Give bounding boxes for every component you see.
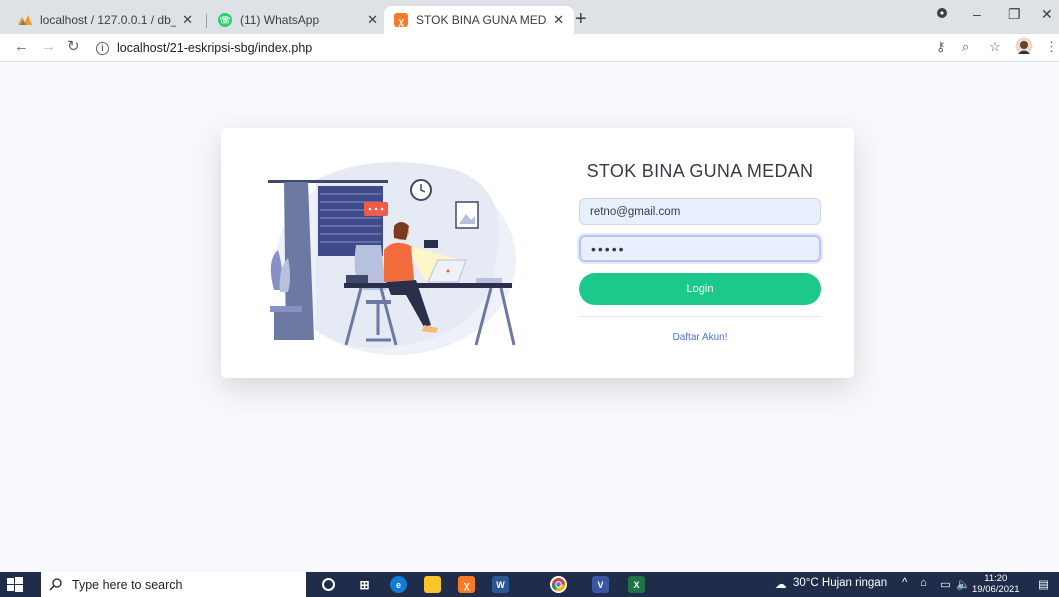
weather-text[interactable]: 30°C Hujan ringan: [793, 577, 887, 589]
word-icon[interactable]: W: [492, 576, 509, 593]
site-info-icon[interactable]: i: [96, 41, 109, 55]
close-window-icon[interactable]: ✕: [1041, 6, 1053, 23]
email-value: retno@gmail.com: [590, 205, 681, 218]
tab-stok-bina-guna[interactable]: ꭓ STOK BINA GUNA MEDAN ✕: [384, 6, 574, 34]
url-text: localhost/21-eskripsi-sbg/index.php: [117, 41, 313, 55]
network-icon[interactable]: ⌂: [920, 577, 927, 589]
profile-dot-icon[interactable]: [936, 6, 948, 22]
close-tab-icon[interactable]: ✕: [367, 12, 378, 28]
close-tab-icon[interactable]: ✕: [182, 12, 193, 28]
password-value: •••••: [591, 240, 626, 257]
tab-label: STOK BINA GUNA MEDAN: [416, 13, 547, 27]
divider: [579, 316, 821, 317]
edge-icon[interactable]: e: [390, 576, 407, 593]
workspace-illustration: [268, 162, 516, 355]
clock-time: 11:20: [984, 573, 1008, 584]
avatar[interactable]: [1015, 37, 1033, 59]
xampp-icon: ꭓ: [394, 13, 408, 27]
search-icon: [49, 578, 62, 591]
chevron-up-icon[interactable]: ^: [902, 577, 907, 589]
phpmyadmin-icon: [18, 13, 32, 27]
tab-label: localhost / 127.0.0.1 / db_eskripsi: [40, 13, 176, 27]
windows-taskbar: Type here to search ⊞ e ꭓ W V X ☁ 30°C H…: [0, 572, 1059, 597]
browser-tab-strip: localhost / 127.0.0.1 / db_eskripsi ✕ ☏ …: [0, 0, 1059, 34]
chrome-icon[interactable]: [550, 576, 567, 593]
restore-icon[interactable]: ❐: [1008, 6, 1021, 23]
reload-icon[interactable]: ↻: [67, 39, 80, 55]
xampp-taskbar-icon[interactable]: ꭓ: [458, 576, 475, 593]
cortana-icon[interactable]: [322, 578, 335, 591]
password-field[interactable]: •••••: [579, 235, 821, 262]
key-icon[interactable]: ⚷: [936, 39, 946, 55]
search-placeholder: Type here to search: [72, 577, 183, 592]
visio-icon[interactable]: V: [592, 576, 609, 593]
tab-whatsapp[interactable]: ☏ (11) WhatsApp ✕: [208, 6, 388, 34]
volume-icon[interactable]: 🔈: [956, 577, 970, 591]
page-title: STOK BINA GUNA MEDAN: [586, 161, 814, 181]
forward-arrow-icon[interactable]: →: [41, 39, 56, 55]
task-view-icon[interactable]: ⊞: [356, 576, 373, 593]
whatsapp-icon: ☏: [218, 13, 232, 27]
taskbar-search-input[interactable]: Type here to search: [41, 572, 306, 597]
notification-icon[interactable]: ▤: [1038, 577, 1049, 591]
tab-label: (11) WhatsApp: [240, 13, 320, 27]
excel-icon[interactable]: X: [628, 576, 645, 593]
browser-toolbar: ← → ↻ i localhost/21-eskripsi-sbg/index.…: [0, 34, 1059, 62]
login-card: STOK BINA GUNA MEDAN retno@gmail.com •••…: [221, 128, 854, 378]
weather-icon[interactable]: ☁: [775, 577, 787, 591]
address-bar[interactable]: i localhost/21-eskripsi-sbg/index.php: [92, 37, 907, 59]
system-clock[interactable]: 11:20 19/06/2021: [972, 573, 1020, 595]
zoom-icon[interactable]: ⌕: [962, 39, 969, 55]
tab-divider: [206, 14, 207, 28]
menu-kebab-icon[interactable]: ⋮: [1045, 39, 1058, 55]
register-link[interactable]: Daftar Akun!: [579, 332, 821, 343]
login-button-label: Login: [686, 283, 714, 295]
new-tab-button[interactable]: +: [575, 9, 587, 29]
close-tab-icon[interactable]: ✕: [553, 12, 564, 28]
bookmark-star-icon[interactable]: ☆: [989, 39, 1001, 55]
login-button[interactable]: Login: [579, 273, 821, 305]
email-field[interactable]: retno@gmail.com: [579, 198, 821, 225]
file-explorer-icon[interactable]: [424, 576, 441, 593]
battery-icon[interactable]: ▭: [940, 577, 951, 591]
clock-date: 19/06/2021: [972, 584, 1020, 595]
back-arrow-icon[interactable]: ←: [14, 39, 29, 55]
minimize-icon[interactable]: –: [973, 6, 981, 22]
tab-phpmyadmin[interactable]: localhost / 127.0.0.1 / db_eskripsi ✕: [8, 6, 203, 34]
windows-start-icon[interactable]: [6, 576, 24, 594]
page-background: STOK BINA GUNA MEDAN retno@gmail.com •••…: [0, 62, 1059, 572]
